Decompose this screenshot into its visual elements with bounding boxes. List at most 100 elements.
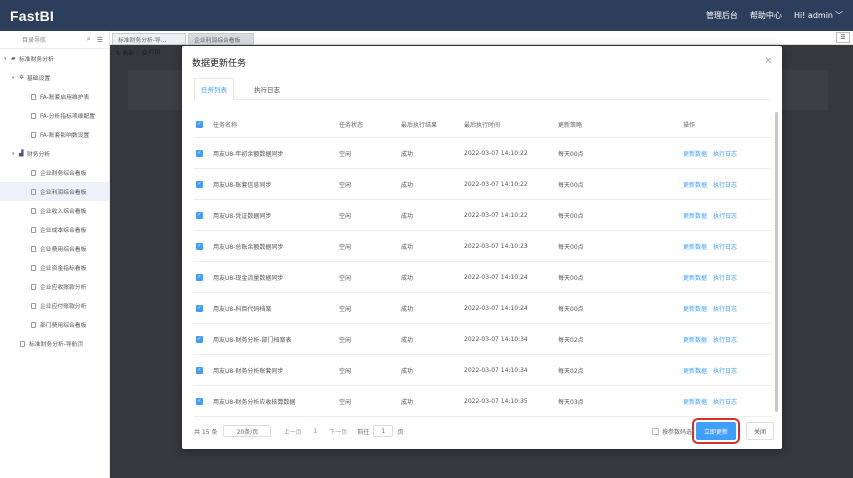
execution-log-link[interactable]: 执行日志 [713, 211, 737, 220]
tree-leaf[interactable]: 企业资金指标看板 [0, 258, 109, 277]
tree-leaf[interactable]: 企业应收账款分析 [0, 277, 109, 296]
execution-log-link[interactable]: 执行日志 [713, 304, 737, 313]
document-icon [31, 131, 36, 138]
execution-log-link[interactable]: 执行日志 [713, 242, 737, 251]
update-data-link[interactable]: 更新数据 [683, 211, 707, 220]
cell-strategy: 每天00点 [558, 243, 584, 251]
prev-page-button[interactable]: 上一页 [283, 427, 301, 436]
sidebar-header: 目录导航 ⌕ ☰ [0, 31, 109, 49]
tree-node-group[interactable]: ▾ ▟ 财务分析 [0, 144, 109, 163]
tab-execution-log[interactable]: 执行日志 [246, 78, 288, 100]
cell-ops: 更新数据 执行日志 [683, 211, 763, 220]
cell-strategy: 每天00点 [558, 212, 584, 220]
next-page-button[interactable]: 下一页 [329, 427, 347, 436]
document-icon [31, 321, 36, 328]
help-link[interactable]: 帮助中心 [750, 10, 782, 21]
cell-status: 空闲 [339, 212, 352, 220]
document-icon [31, 169, 36, 176]
sidebar: 目录导航 ⌕ ☰ ▾ ▰ 标准财务分析 ▾ ✲ 基础设置 FA-账套启用维护表 … [0, 31, 110, 478]
execution-log-link[interactable]: 执行日志 [713, 180, 737, 189]
update-data-link[interactable]: 更新数据 [683, 366, 707, 375]
row-checkbox[interactable]: ✓ [196, 180, 203, 188]
row-checkbox[interactable]: ✓ [196, 335, 203, 343]
total-count: 共 15 条 [194, 428, 218, 436]
execution-log-link[interactable]: 执行日志 [713, 397, 737, 406]
cell-task-name: 用友U8-现金流量数据同步 [213, 274, 284, 282]
tree-leaf[interactable]: FA-分析指标项维配置 [0, 106, 109, 125]
update-data-link[interactable]: 更新数据 [683, 242, 707, 251]
param-check-option[interactable]: 按参数码选 [651, 427, 692, 436]
document-icon [20, 340, 25, 347]
table-scrollbar[interactable] [775, 112, 778, 412]
cell-time: 2022-03-07 14:10:24 [464, 304, 528, 312]
cell-ops: 更新数据 执行日志 [683, 242, 763, 251]
tree-node-group[interactable]: ▾ ✲ 基础设置 [0, 68, 109, 87]
collapse-icon[interactable]: ☰ [836, 32, 850, 43]
update-data-link[interactable]: 更新数据 [683, 149, 707, 158]
execution-log-link[interactable]: 执行日志 [713, 149, 737, 158]
tree-leaf[interactable]: 企业费用综合看板 [0, 239, 109, 258]
row-checkbox[interactable]: ✓ [196, 366, 203, 374]
tree-leaf[interactable]: 企业应付账款分析 [0, 296, 109, 315]
row-checkbox[interactable]: ✓ [196, 149, 203, 157]
update-data-link[interactable]: 更新数据 [683, 180, 707, 189]
col-time: 最后执行时间 [464, 122, 501, 129]
row-checkbox[interactable]: ✓ [196, 273, 203, 281]
select-all-checkbox[interactable]: ✓ [196, 121, 203, 128]
row-checkbox[interactable]: ✓ [196, 242, 203, 250]
cell-time: 2022-03-07 14:10:34 [464, 335, 528, 343]
execution-log-link[interactable]: 执行日志 [713, 366, 737, 375]
gear-icon: ✲ [19, 74, 25, 81]
tree-leaf-label: 标准财务分析-导航页 [29, 342, 84, 348]
execution-log-link[interactable]: 执行日志 [713, 273, 737, 282]
menu-collapse-icon[interactable]: ☰ [97, 36, 103, 44]
tree-leaf[interactable]: FA-账套影响数设置 [0, 125, 109, 144]
search-icon[interactable]: ⌕ [87, 35, 91, 44]
tree-leaf[interactable]: 企业收入综合看板 [0, 201, 109, 220]
run-now-button[interactable]: 立即更新 [692, 418, 740, 444]
table-row: ✓ 用友U8-账套信息同步 空闲 成功 2022-03-07 14:10:22 每天00点… [194, 169, 772, 200]
caret-down-icon[interactable]: ▾ [12, 75, 19, 81]
close-button[interactable]: 关闭 [746, 422, 774, 440]
update-data-link[interactable]: 更新数据 [683, 304, 707, 313]
admin-link[interactable]: 管理后台 [706, 10, 738, 21]
update-data-link[interactable]: 更新数据 [683, 397, 707, 406]
cell-task-name: 用友U8-财务分析账套同步 [213, 367, 284, 375]
caret-down-icon[interactable]: ▾ [4, 56, 11, 62]
user-menu[interactable]: Hi! admin ﹀ [794, 10, 843, 21]
page-size-select[interactable]: 20条/页 [223, 425, 272, 437]
table-row: ✓ 用友U8-科目代码档案 空闲 成功 2022-03-07 14:10:24 每天00点… [194, 293, 772, 324]
param-checkbox[interactable] [651, 427, 659, 435]
cell-task-name: 用友U8-总账余额数据同步 [213, 243, 284, 251]
tab-strip: 标准财务分析-导... 企业利润综合看板 ☰ [110, 31, 853, 45]
folder-icon: ▰ [11, 55, 16, 62]
tab-task-list[interactable]: 任务列表 [194, 78, 234, 100]
tree-leaf[interactable]: 企业财务综合看板 [0, 163, 109, 182]
tree-leaf[interactable]: 企业成本综合看板 [0, 220, 109, 239]
current-page[interactable]: 1 [313, 428, 317, 435]
document-icon [31, 188, 36, 195]
update-task-dialog: 数据更新任务 × 任务列表 执行日志 ✓ 任务名称 任务状态 最后执行结果 最后… [182, 46, 782, 449]
tab-profit-dashboard[interactable]: 企业利润综合看板 [188, 33, 254, 45]
tab-nav-page[interactable]: 标准财务分析-导... [112, 33, 186, 45]
row-checkbox[interactable]: ✓ [196, 211, 203, 219]
row-checkbox[interactable]: ✓ [196, 304, 203, 312]
close-icon[interactable]: × [764, 56, 772, 66]
caret-down-icon[interactable]: ▾ [12, 151, 19, 157]
document-icon [31, 283, 36, 290]
cell-status: 空闲 [339, 305, 352, 313]
cell-time: 2022-03-07 14:10:23 [464, 242, 528, 250]
execution-log-link[interactable]: 执行日志 [713, 335, 737, 344]
update-data-link[interactable]: 更新数据 [683, 273, 707, 282]
tree-node-root[interactable]: ▾ ▰ 标准财务分析 [0, 49, 109, 68]
row-checkbox[interactable]: ✓ [196, 397, 203, 405]
tree-leaf[interactable]: 标准财务分析-导航页 [0, 334, 109, 353]
cell-ops: 更新数据 执行日志 [683, 335, 763, 344]
tree-leaf-active[interactable]: 企业利润综合看板 [0, 182, 109, 201]
goto-page-input[interactable]: 1 [373, 425, 394, 437]
table-row: ✓ 用友U8-凭证数据同步 空闲 成功 2022-03-07 14:10:22 每天00点… [194, 200, 772, 231]
cell-strategy: 每天02点 [558, 367, 584, 375]
tree-leaf[interactable]: FA-账套启用维护表 [0, 87, 109, 106]
tree-leaf[interactable]: 部门费用综合看板 [0, 315, 109, 334]
update-data-link[interactable]: 更新数据 [683, 335, 707, 344]
